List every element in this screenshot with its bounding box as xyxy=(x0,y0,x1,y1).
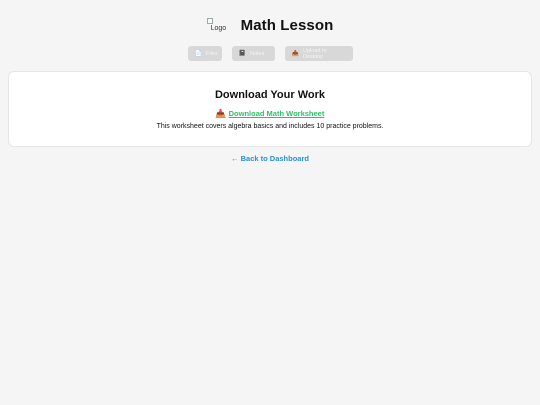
download-worksheet-link[interactable]: 📥 Download Math Worksheet xyxy=(9,109,531,118)
files-button-label: Files xyxy=(205,50,218,57)
download-tray-icon: 📥 xyxy=(215,109,226,118)
upload-tray-icon: 📤 xyxy=(291,51,299,57)
logo-alt-text: Logo xyxy=(210,25,227,32)
card-heading: Download Your Work xyxy=(214,89,325,101)
logo: Logo xyxy=(206,18,227,32)
back-to-dashboard-link[interactable]: ← Back to Dashboard xyxy=(0,154,540,163)
notes-button-label: Notes xyxy=(249,50,265,57)
broken-image-icon xyxy=(206,18,213,24)
file-icon: 📄 xyxy=(194,51,202,57)
header: Logo Math Lesson xyxy=(0,12,540,38)
page: Logo Math Lesson 📄 Files 📓 Notes 📤 Uploa… xyxy=(0,0,540,405)
notes-button[interactable]: 📓 Notes xyxy=(231,46,275,61)
download-link-label: Download Math Worksheet xyxy=(228,109,325,118)
toolbar: 📄 Files 📓 Notes 📤 Upload to Desktop xyxy=(0,46,540,61)
worksheet-description: This worksheet covers algebra basics and… xyxy=(156,123,384,130)
download-card: Download Your Work 📥 Download Math Works… xyxy=(8,71,532,147)
upload-to-desktop-button[interactable]: 📤 Upload to Desktop xyxy=(284,46,353,61)
upload-button-label: Upload to Desktop xyxy=(302,47,327,60)
files-button[interactable]: 📄 Files xyxy=(187,46,222,61)
page-title: Math Lesson xyxy=(240,16,334,34)
notebook-icon: 📓 xyxy=(238,51,246,57)
